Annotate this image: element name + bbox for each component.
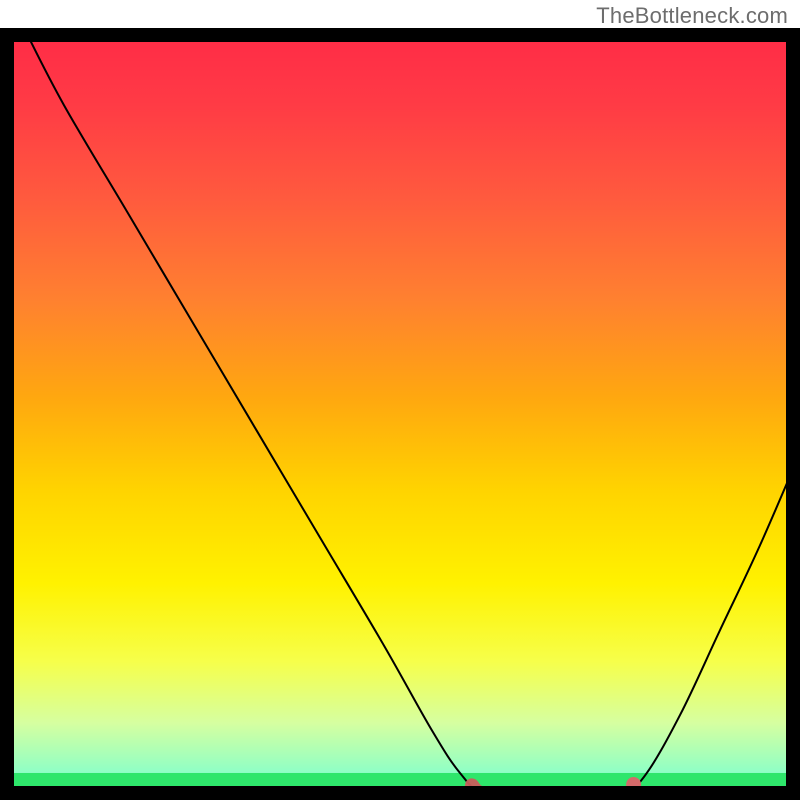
chart-svg bbox=[0, 0, 800, 800]
frame-left bbox=[0, 28, 14, 800]
watermark-text: TheBottleneck.com bbox=[596, 3, 788, 29]
frame-right bbox=[786, 28, 800, 800]
chart-container: TheBottleneck.com bbox=[0, 0, 800, 800]
gradient-background bbox=[0, 28, 800, 800]
frame-top bbox=[0, 28, 800, 42]
frame-bottom bbox=[0, 786, 800, 800]
